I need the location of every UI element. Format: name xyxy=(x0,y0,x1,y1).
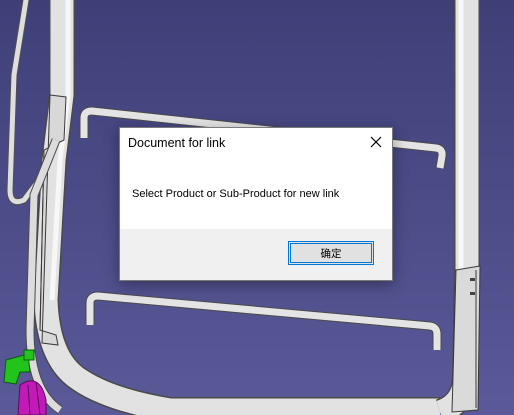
close-icon[interactable] xyxy=(368,134,384,150)
document-for-link-dialog: Document for link Select Product or Sub-… xyxy=(119,127,393,281)
dialog-titlebar[interactable]: Document for link xyxy=(120,128,392,158)
dialog-message: Select Product or Sub-Product for new li… xyxy=(132,188,340,200)
ok-button[interactable]: 确定 xyxy=(288,241,374,265)
dialog-footer: 确定 xyxy=(120,229,392,280)
dialog-title: Document for link xyxy=(128,136,226,150)
